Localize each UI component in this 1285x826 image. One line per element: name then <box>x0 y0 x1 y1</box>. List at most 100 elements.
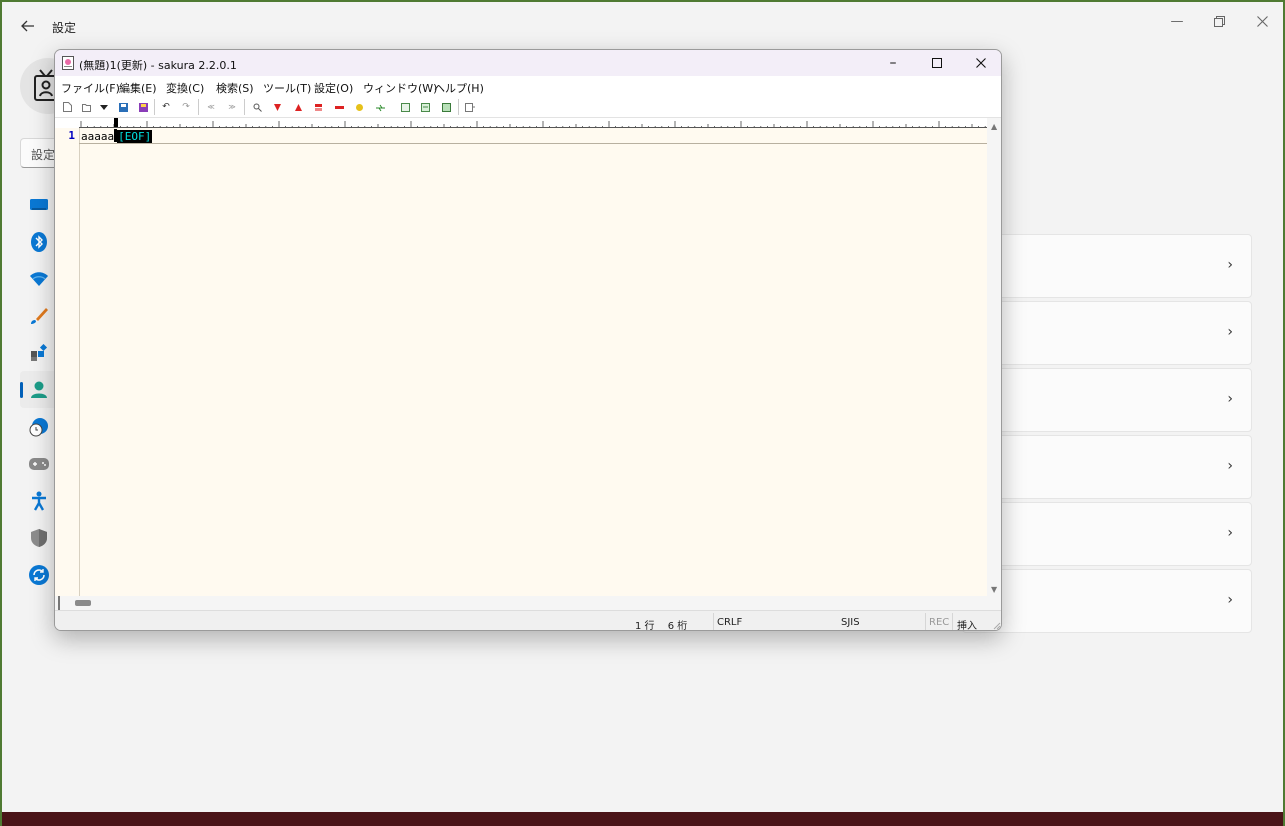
editor-title: (無題)1(更新) - sakura 2.2.0.1 <box>79 59 237 72</box>
save-button[interactable] <box>117 101 129 113</box>
minimize-icon: – <box>889 55 897 71</box>
minimize-icon: — <box>1170 13 1184 29</box>
move-back-icon: ≪ <box>207 103 215 111</box>
system-icon <box>30 198 48 210</box>
search-down-button[interactable] <box>271 101 283 113</box>
editor-text-line[interactable]: aaaaa [EOF] <box>81 129 153 144</box>
macro-icon <box>441 102 451 112</box>
editor-maximize-button[interactable] <box>915 50 959 76</box>
editor-statusbar: 1 行 6 桁 CRLF SJIS REC 挿入 <box>55 610 1001 631</box>
replace-button[interactable] <box>312 101 324 113</box>
arrow-left-icon <box>21 20 34 32</box>
nav-windows-update[interactable] <box>20 556 58 593</box>
settings-card[interactable]: › <box>962 234 1252 298</box>
menu-file[interactable]: ファイル(F) <box>61 80 120 96</box>
ruler-corner <box>55 118 79 128</box>
text-editor-area[interactable]: 1 aaaaa [EOF] <box>55 128 987 596</box>
nav-gaming[interactable] <box>20 445 58 482</box>
nav-accounts[interactable] <box>20 371 58 408</box>
replace-icon <box>314 103 322 111</box>
new-file-icon <box>62 102 72 112</box>
search-up-icon <box>294 103 302 111</box>
settings-card[interactable]: › <box>962 502 1252 566</box>
redo-button[interactable]: ↷ <box>180 101 192 113</box>
settings-card[interactable]: › <box>962 435 1252 499</box>
nav-bluetooth[interactable] <box>20 223 58 260</box>
menu-tools[interactable]: ツール(T) <box>263 80 311 96</box>
print-preview-icon <box>465 102 475 112</box>
nav-personalization[interactable] <box>20 297 58 334</box>
menu-help[interactable]: ヘルプ(H) <box>434 80 484 96</box>
tag-jump-icon <box>375 104 385 111</box>
search-clear-icon <box>334 105 344 109</box>
chevron-right-icon: › <box>1227 257 1233 273</box>
status-newline[interactable]: CRLF <box>717 617 742 628</box>
print-preview-button[interactable] <box>464 101 476 113</box>
macro-button[interactable] <box>440 101 452 113</box>
compare-button[interactable] <box>419 101 431 113</box>
new-file-button[interactable] <box>61 101 73 113</box>
time-language-icon <box>29 417 48 436</box>
nav-time-language[interactable] <box>20 408 58 445</box>
editor-close-button[interactable] <box>959 50 1001 76</box>
search-up-button[interactable] <box>292 101 304 113</box>
horizontal-scrollbar[interactable] <box>55 596 1001 610</box>
sakura-app-icon <box>62 56 74 70</box>
outline-button[interactable] <box>399 101 411 113</box>
scroll-up-icon[interactable]: ▲ <box>991 122 997 131</box>
menu-window[interactable]: ウィンドウ(W) <box>363 80 437 96</box>
tag-jump-button[interactable] <box>374 101 386 113</box>
search-down-icon <box>273 103 281 111</box>
minimize-button[interactable]: — <box>1157 10 1197 32</box>
search-button[interactable] <box>251 101 263 113</box>
settings-card[interactable]: › <box>962 569 1252 633</box>
nav-privacy-security[interactable] <box>20 519 58 556</box>
chevron-right-icon: › <box>1227 458 1233 474</box>
settings-card[interactable]: › <box>962 368 1252 432</box>
undo-button[interactable]: ↶ <box>160 101 172 113</box>
windows-update-icon <box>29 564 49 585</box>
scroll-down-icon[interactable]: ▼ <box>991 585 997 594</box>
close-button[interactable] <box>1242 10 1282 32</box>
outline-icon <box>400 102 410 112</box>
save-as-button[interactable] <box>137 101 149 113</box>
nav-network[interactable] <box>20 260 58 297</box>
menu-settings[interactable]: 設定(O) <box>314 80 353 96</box>
open-file-button[interactable] <box>81 101 93 113</box>
back-button[interactable] <box>16 14 40 38</box>
status-separator <box>713 613 714 630</box>
restore-icon <box>1213 15 1225 27</box>
move-back-button[interactable]: ≪ <box>205 101 217 113</box>
status-insert-mode: 挿入 <box>957 621 977 631</box>
nav-apps[interactable] <box>20 334 58 371</box>
restore-button[interactable] <box>1199 10 1239 32</box>
save-as-icon <box>138 102 148 112</box>
line-text: aaaaa <box>81 130 115 143</box>
status-encoding[interactable]: SJIS <box>841 617 860 628</box>
split-handle[interactable] <box>58 596 60 610</box>
settings-card[interactable]: › <box>962 301 1252 365</box>
menu-edit[interactable]: 編集(E) <box>119 80 157 96</box>
toolbar-separator <box>198 99 199 115</box>
nav-system[interactable] <box>20 186 58 223</box>
close-icon <box>1256 15 1268 27</box>
horizontal-scroll-thumb[interactable] <box>75 600 91 606</box>
editor-menubar: ファイル(F) 編集(E) 変換(C) 検索(S) ツール(T) 設定(O) ウ… <box>55 76 1001 96</box>
resize-grip-icon[interactable] <box>992 621 1001 630</box>
nav-accessibility[interactable] <box>20 482 58 519</box>
vertical-scrollbar[interactable]: ▲ ▼ <box>987 118 1001 596</box>
menu-search[interactable]: 検索(S) <box>216 80 254 96</box>
editor-titlebar: (無題)1(更新) - sakura 2.2.0.1 – <box>55 50 1001 76</box>
privacy-security-icon <box>31 528 47 547</box>
grep-button[interactable] <box>353 101 365 113</box>
menu-convert[interactable]: 変換(C) <box>166 80 204 96</box>
editor-minimize-button[interactable]: – <box>871 50 915 76</box>
open-dropdown-button[interactable] <box>98 101 110 113</box>
maximize-icon <box>932 58 942 68</box>
move-forward-button[interactable]: ≫ <box>226 101 238 113</box>
status-cursor-position: 1 行 6 桁 <box>635 621 688 631</box>
toolbar-separator <box>244 99 245 115</box>
search-clear-button[interactable] <box>333 101 345 113</box>
chevron-right-icon: › <box>1227 592 1233 608</box>
search-icon <box>253 103 262 112</box>
